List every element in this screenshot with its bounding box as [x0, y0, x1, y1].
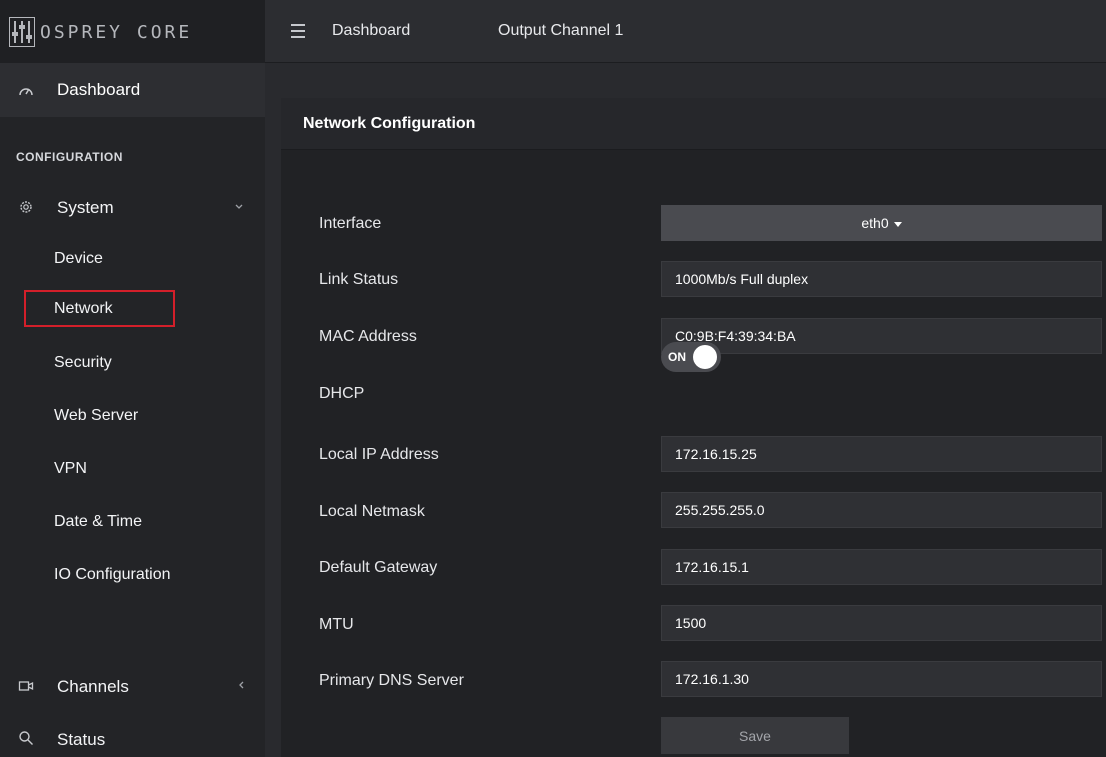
interface-value: eth0 — [861, 215, 889, 231]
local-ip-label: Local IP Address — [319, 446, 439, 463]
sidebar-item-system[interactable]: System — [0, 195, 265, 231]
top-header: OSPREY CORE Dashboard Output Channel 1 — [0, 0, 1106, 63]
speedometer-icon — [19, 88, 33, 96]
gear-icon — [20, 201, 32, 213]
mixer-sliders-logo — [9, 17, 35, 47]
active-item-highlight — [24, 290, 175, 327]
main-content: Network Configuration Interface eth0 Lin… — [265, 63, 1106, 757]
breadcrumb-dashboard[interactable]: Dashboard — [332, 22, 410, 40]
sidebar-item-vpn[interactable]: VPN — [54, 460, 87, 478]
brand-title: OSPREY CORE — [40, 22, 193, 43]
mtu-label: MTU — [319, 616, 354, 633]
sidebar-item-status[interactable]: Status — [0, 727, 265, 757]
sidebar-item-security[interactable]: Security — [54, 354, 112, 372]
primary-dns-field[interactable]: 172.16.1.30 — [661, 661, 1102, 697]
interface-dropdown[interactable]: eth0 — [661, 205, 1102, 241]
primary-dns-label: Primary DNS Server — [319, 672, 464, 689]
default-gateway-field[interactable]: 172.16.15.1 — [661, 549, 1102, 585]
brand[interactable]: OSPREY CORE — [0, 0, 265, 63]
dhcp-toggle[interactable]: ON — [661, 342, 721, 372]
dhcp-toggle-state: ON — [668, 350, 686, 364]
mtu-field[interactable]: 1500 — [661, 605, 1102, 641]
local-netmask-field[interactable]: 255.255.255.0 — [661, 492, 1102, 528]
link-status-field[interactable]: 1000Mb/s Full duplex — [661, 261, 1102, 297]
network-configuration-panel: Network Configuration Interface eth0 Lin… — [281, 98, 1106, 757]
search-icon — [19, 731, 33, 745]
sidebar: Dashboard CONFIGURATION System Device Ne… — [0, 63, 265, 757]
sidebar-item-channels[interactable]: Channels — [0, 674, 265, 710]
sidebar-item-label: Channels — [57, 677, 129, 696]
sidebar-item-label: System — [57, 198, 114, 217]
dhcp-label: DHCP — [319, 385, 365, 402]
sidebar-item-label: Dashboard — [57, 80, 141, 99]
sidebar-item-web-server[interactable]: Web Server — [54, 407, 138, 425]
breadcrumb-output-channel[interactable]: Output Channel 1 — [498, 22, 623, 40]
mac-address-label: MAC Address — [319, 328, 417, 345]
interface-label: Interface — [319, 215, 382, 232]
save-button[interactable]: Save — [661, 717, 849, 754]
caret-down-icon — [893, 221, 902, 227]
panel-title: Network Configuration — [303, 115, 476, 132]
video-camera-icon — [18, 681, 34, 691]
link-status-label: Link Status — [319, 271, 399, 288]
mac-address-field[interactable]: C0:9B:F4:39:34:BA — [661, 318, 1102, 354]
sidebar-item-io-configuration[interactable]: IO Configuration — [54, 566, 171, 584]
section-heading-configuration: CONFIGURATION — [16, 150, 123, 164]
panel-header: Network Configuration — [281, 98, 1106, 150]
local-netmask-label: Local Netmask — [319, 503, 425, 520]
local-ip-field[interactable]: 172.16.15.25 — [661, 436, 1102, 472]
chevron-down-icon — [235, 204, 243, 209]
sidebar-item-device[interactable]: Device — [54, 250, 103, 268]
chevron-left-icon — [239, 681, 244, 689]
default-gateway-label: Default Gateway — [319, 559, 438, 576]
toggle-knob — [693, 345, 717, 369]
hamburger-icon[interactable] — [291, 21, 307, 41]
sidebar-item-label: Status — [57, 730, 106, 749]
sidebar-item-date-time[interactable]: Date & Time — [54, 513, 142, 531]
sidebar-item-dashboard[interactable]: Dashboard — [0, 63, 265, 117]
